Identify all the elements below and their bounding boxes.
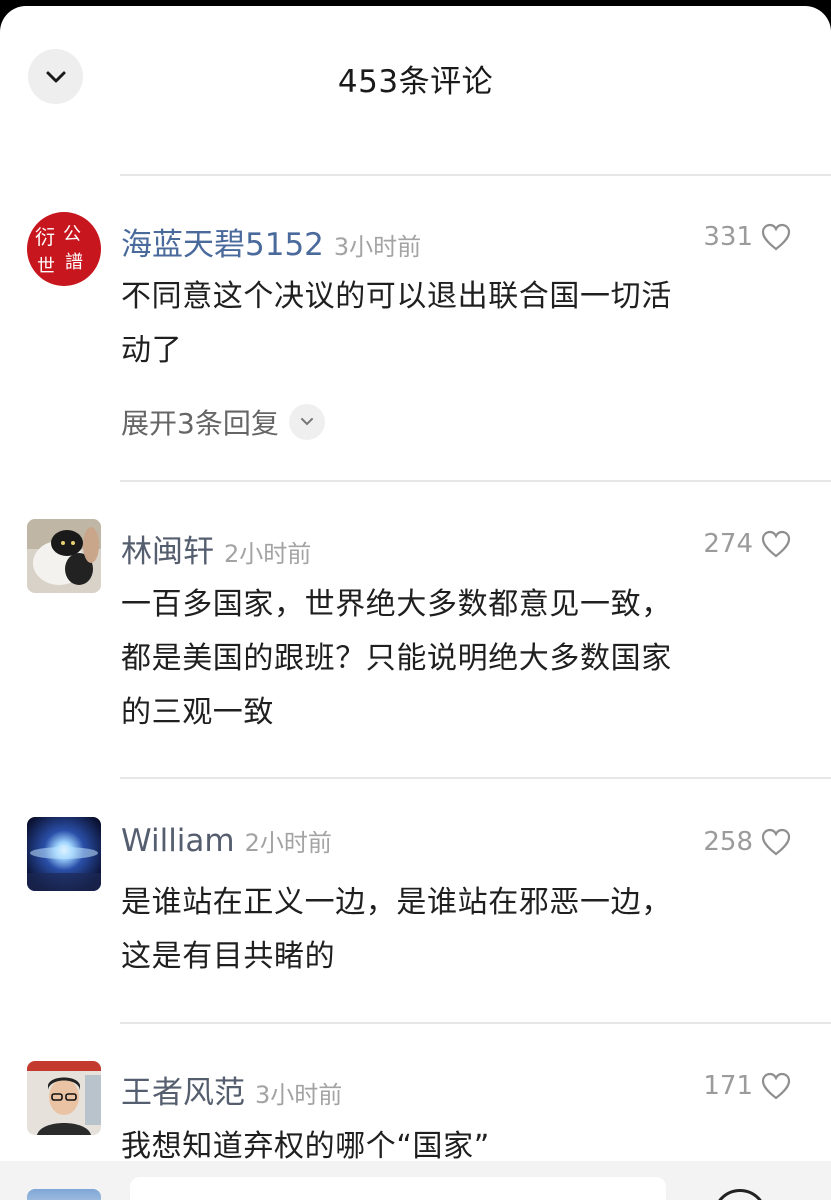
like-button[interactable]: 171: [703, 1071, 791, 1101]
man-photo-avatar[interactable]: [27, 1061, 101, 1135]
galaxy-avatar[interactable]: [27, 817, 101, 891]
comment-line: 这是有目共睹的: [121, 939, 336, 974]
comment-meta: 王者风范 3小时前: [121, 1067, 342, 1112]
divider: [120, 174, 831, 176]
comments-header: 453条评论: [0, 6, 831, 156]
comment-line: 都是美国的跟班？只能说明绝大多数国家: [121, 641, 672, 676]
like-button[interactable]: 258: [703, 827, 791, 857]
heart-icon: [761, 1072, 791, 1100]
comment-text: 不同意这个决议的可以退出联合国一切活 动了: [121, 270, 721, 378]
like-count: 331: [703, 222, 753, 252]
divider: [120, 480, 831, 482]
emoji-icon[interactable]: [713, 1189, 767, 1200]
like-count: 258: [703, 827, 753, 857]
like-count: 171: [703, 1071, 753, 1101]
expand-replies-button[interactable]: 展开3条回复: [121, 402, 325, 442]
like-button[interactable]: 274: [703, 529, 791, 559]
comment-input[interactable]: [130, 1177, 666, 1200]
heart-icon: [761, 828, 791, 856]
comments-count-title: 453条评论: [337, 64, 494, 100]
comment-line: 一百多国家，世界绝大多数都意见一致，: [121, 587, 672, 622]
comment-time: 3小时前: [255, 1081, 343, 1109]
comment-text: 是谁站在正义一边，是谁站在邪恶一边， 这是有目共睹的: [121, 876, 721, 984]
comment-username[interactable]: 海蓝天碧5152: [121, 219, 324, 264]
divider: [120, 1022, 831, 1024]
like-count: 274: [703, 529, 753, 559]
svg-text:衍: 衍: [35, 225, 55, 249]
chevron-down-icon: [288, 404, 325, 440]
comment-meta: William 2小时前: [121, 823, 332, 859]
comments-sheet: 453条评论 衍 公 世 譜 海蓝天碧5152 3小时前 331 不同意这个决议…: [0, 6, 831, 1200]
svg-text:公: 公: [63, 224, 81, 245]
expand-replies-label: 展开3条回复: [121, 407, 279, 440]
comment-text: 一百多国家，世界绝大多数都意见一致， 都是美国的跟班？只能说明绝大多数国家 的三…: [121, 578, 721, 740]
comment-username[interactable]: William: [121, 823, 235, 859]
comment-input-bar: [0, 1161, 831, 1200]
comment-line: 不同意这个决议的可以退出联合国一切活: [121, 279, 672, 314]
heart-icon: [761, 223, 791, 251]
comment-line: 的三观一致: [121, 695, 274, 730]
comment-username[interactable]: 林闽轩: [121, 526, 214, 571]
svg-text:譜: 譜: [65, 252, 83, 273]
comment-time: 2小时前: [244, 829, 332, 857]
comment-line: 动了: [121, 333, 183, 368]
comment-meta: 林闽轩 2小时前: [121, 526, 311, 571]
comment-time: 2小时前: [224, 540, 312, 568]
comment-meta: 海蓝天碧5152 3小时前: [121, 219, 421, 264]
comment-username[interactable]: 王者风范: [121, 1067, 245, 1112]
red-seal-avatar[interactable]: 衍 公 世 譜: [27, 212, 101, 286]
like-button[interactable]: 331: [703, 222, 791, 252]
my-avatar[interactable]: [27, 1189, 101, 1200]
cat-photo-avatar[interactable]: [27, 519, 101, 593]
svg-text:世: 世: [37, 256, 55, 277]
comment-time: 3小时前: [333, 233, 422, 261]
divider: [120, 777, 831, 779]
comment-line: 是谁站在正义一边，是谁站在邪恶一边，: [121, 885, 672, 920]
heart-icon: [761, 530, 791, 558]
